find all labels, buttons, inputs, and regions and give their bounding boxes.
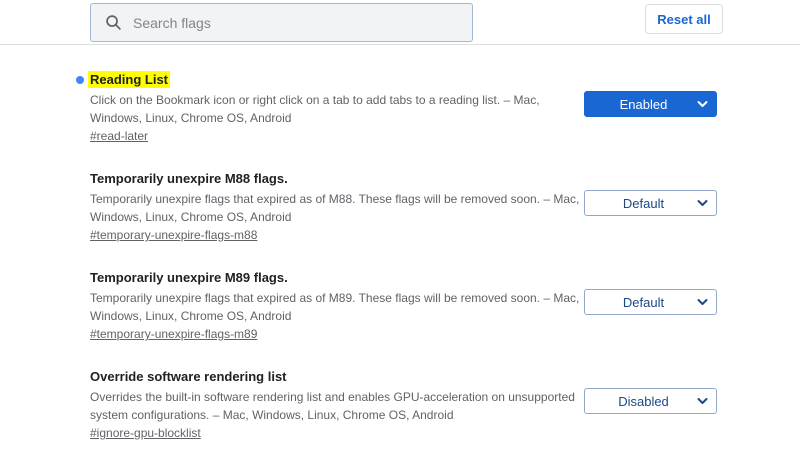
flag-permalink[interactable]: #ignore-gpu-blocklist [90, 424, 201, 442]
flag-info: Override software rendering list Overrid… [90, 368, 575, 442]
flags-list: Reading List Click on the Bookmark icon … [0, 45, 800, 442]
flag-title: Reading List [76, 71, 562, 89]
flag-select-wrap: Enabled [584, 91, 717, 117]
flag-title: Temporarily unexpire M89 flags. [90, 269, 562, 287]
flag-state-select[interactable]: Default [584, 289, 717, 315]
flag-state-select[interactable]: Disabled [584, 388, 717, 414]
flag-permalink[interactable]: #temporary-unexpire-flags-m89 [90, 325, 257, 343]
flag-row-reading-list: Reading List Click on the Bookmark icon … [76, 71, 717, 145]
reset-all-button[interactable]: Reset all [645, 4, 723, 34]
flag-description: Click on the Bookmark icon or right clic… [90, 93, 540, 125]
flag-description: Overrides the built-in software renderin… [90, 390, 575, 422]
flag-select-wrap: Default [584, 190, 717, 216]
flag-select-wrap: Default [584, 289, 717, 315]
flag-info: Temporarily unexpire M89 flags. Temporar… [90, 269, 580, 343]
flag-permalink[interactable]: #read-later [90, 127, 148, 145]
flag-permalink[interactable]: #temporary-unexpire-flags-m88 [90, 226, 257, 244]
flag-title-text: Temporarily unexpire M89 flags. [90, 270, 288, 285]
flag-title: Override software rendering list [90, 368, 562, 386]
flag-title-text: Reading List [88, 71, 171, 88]
flag-select-wrap: Disabled [584, 388, 717, 414]
match-dot-icon [76, 76, 84, 84]
flag-info: Reading List Click on the Bookmark icon … [76, 71, 562, 145]
flag-state-select[interactable]: Default [584, 190, 717, 216]
flags-header-bar: Reset all [0, 0, 800, 45]
flag-row-unexpire-m89: Temporarily unexpire M89 flags. Temporar… [90, 269, 717, 343]
flag-row-unexpire-m88: Temporarily unexpire M88 flags. Temporar… [90, 170, 717, 244]
flag-description: Temporarily unexpire flags that expired … [90, 192, 580, 224]
flag-row-ignore-gpu-blocklist: Override software rendering list Overrid… [90, 368, 717, 442]
search-input[interactable] [133, 4, 472, 41]
flag-description: Temporarily unexpire flags that expired … [90, 291, 580, 323]
flag-state-select[interactable]: Enabled [584, 91, 717, 117]
flag-title-text: Temporarily unexpire M88 flags. [90, 171, 288, 186]
flag-title: Temporarily unexpire M88 flags. [90, 170, 562, 188]
search-icon [105, 14, 122, 31]
flag-info: Temporarily unexpire M88 flags. Temporar… [90, 170, 580, 244]
search-box[interactable] [90, 3, 473, 42]
flag-title-text: Override software rendering list [90, 369, 287, 384]
